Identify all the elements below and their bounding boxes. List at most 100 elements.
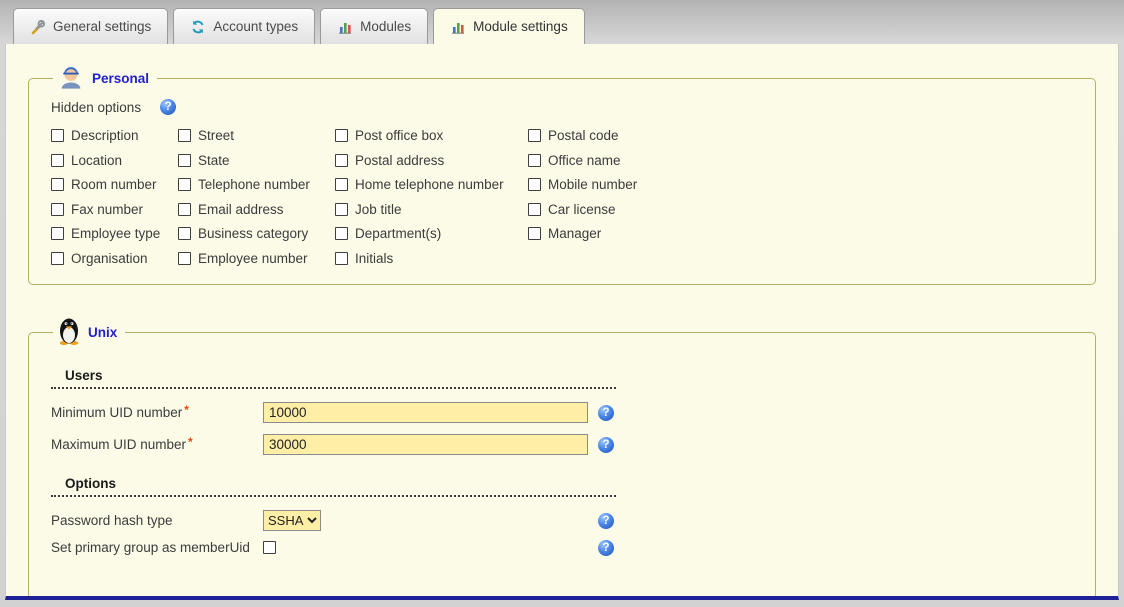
- min-uid-label: Minimum UID number*: [51, 405, 263, 420]
- option-checkbox[interactable]: [335, 178, 348, 191]
- option-label: Initials: [355, 251, 393, 266]
- checkbox-item[interactable]: Office name: [528, 153, 748, 168]
- option-checkbox[interactable]: [178, 203, 191, 216]
- checkbox-item[interactable]: Post office box: [335, 128, 528, 143]
- option-checkbox[interactable]: [335, 203, 348, 216]
- max-uid-label: Maximum UID number*: [51, 437, 263, 452]
- checkbox-item[interactable]: Description: [51, 128, 178, 143]
- unix-section-title: Unix: [88, 325, 117, 340]
- checkbox-item[interactable]: Street: [178, 128, 335, 143]
- min-uid-row: Minimum UID number* ?: [51, 402, 1081, 424]
- option-label: Mobile number: [548, 177, 637, 192]
- wrench-icon: [30, 19, 46, 35]
- option-label: Telephone number: [198, 177, 310, 192]
- option-checkbox[interactable]: [335, 129, 348, 142]
- checkbox-item[interactable]: Email address: [178, 202, 335, 217]
- settings-panel: Personal Hidden options ? Description St…: [5, 44, 1119, 600]
- options-subheading: Options: [51, 476, 616, 497]
- personal-section-title: Personal: [92, 71, 149, 86]
- checkbox-item[interactable]: Organisation: [51, 251, 178, 266]
- option-checkbox[interactable]: [51, 129, 64, 142]
- checkbox-item[interactable]: Employee type: [51, 226, 178, 241]
- option-label: State: [198, 153, 230, 168]
- max-uid-input[interactable]: [263, 434, 588, 455]
- password-hash-select[interactable]: SSHA: [263, 510, 321, 531]
- option-checkbox[interactable]: [528, 227, 541, 240]
- checkbox-item[interactable]: Manager: [528, 226, 748, 241]
- option-checkbox[interactable]: [528, 129, 541, 142]
- tab-label: General settings: [53, 19, 151, 34]
- option-checkbox[interactable]: [335, 154, 348, 167]
- min-uid-input[interactable]: [263, 402, 588, 423]
- help-icon[interactable]: ?: [598, 540, 614, 556]
- option-label: Job title: [355, 202, 402, 217]
- option-checkbox[interactable]: [335, 252, 348, 265]
- option-checkbox[interactable]: [178, 252, 191, 265]
- checkbox-item[interactable]: Mobile number: [528, 177, 748, 192]
- option-label: Email address: [198, 202, 284, 217]
- tab-label: Module settings: [473, 19, 568, 34]
- help-icon[interactable]: ?: [598, 437, 614, 453]
- checkbox-item[interactable]: Fax number: [51, 202, 178, 217]
- checkbox-item[interactable]: Home telephone number: [335, 177, 528, 192]
- checkbox-item[interactable]: Postal code: [528, 128, 748, 143]
- option-label: Room number: [71, 177, 157, 192]
- checkbox-item[interactable]: Location: [51, 153, 178, 168]
- tab-label: Account types: [213, 19, 298, 34]
- checkbox-item[interactable]: Department(s): [335, 226, 528, 241]
- option-checkbox[interactable]: [51, 252, 64, 265]
- personal-section: Personal Hidden options ? Description St…: [28, 62, 1096, 285]
- member-uid-checkbox[interactable]: [263, 541, 276, 554]
- option-label: Car license: [548, 202, 616, 217]
- option-label: Street: [198, 128, 234, 143]
- option-checkbox[interactable]: [528, 154, 541, 167]
- checkbox-item[interactable]: Car license: [528, 202, 748, 217]
- checkbox-item[interactable]: Employee number: [178, 251, 335, 266]
- option-checkbox[interactable]: [178, 178, 191, 191]
- option-checkbox[interactable]: [335, 227, 348, 240]
- option-label: Postal address: [355, 153, 444, 168]
- tab-label: Modules: [360, 19, 411, 34]
- option-label: Employee type: [71, 226, 160, 241]
- option-label: Description: [71, 128, 139, 143]
- help-icon[interactable]: ?: [598, 405, 614, 421]
- option-label: Employee number: [198, 251, 308, 266]
- option-checkbox[interactable]: [178, 227, 191, 240]
- option-checkbox[interactable]: [51, 203, 64, 216]
- hidden-options-grid: Description Street Post office box Posta…: [51, 128, 1081, 266]
- personal-legend: Personal: [53, 62, 157, 95]
- option-checkbox[interactable]: [528, 203, 541, 216]
- modules-icon: [337, 19, 353, 35]
- option-checkbox[interactable]: [51, 154, 64, 167]
- option-label: Business category: [198, 226, 308, 241]
- checkbox-item[interactable]: Business category: [178, 226, 335, 241]
- option-checkbox[interactable]: [178, 154, 191, 167]
- option-checkbox[interactable]: [51, 178, 64, 191]
- option-checkbox[interactable]: [528, 178, 541, 191]
- help-icon[interactable]: ?: [160, 99, 176, 115]
- users-subheading-label: Users: [65, 368, 103, 383]
- tab-bar: General settings Account types: [0, 0, 1124, 44]
- tab-modules[interactable]: Modules: [320, 8, 428, 44]
- checkbox-item[interactable]: Initials: [335, 251, 528, 266]
- checkbox-item[interactable]: Room number: [51, 177, 178, 192]
- checkbox-item[interactable]: Telephone number: [178, 177, 335, 192]
- option-checkbox[interactable]: [178, 129, 191, 142]
- checkbox-item[interactable]: Job title: [335, 202, 528, 217]
- unix-legend: Unix: [53, 315, 125, 350]
- help-icon[interactable]: ?: [598, 513, 614, 529]
- option-label: Location: [71, 153, 122, 168]
- checkbox-item[interactable]: State: [178, 153, 335, 168]
- lam-settings-page: General settings Account types: [0, 0, 1124, 607]
- tab-general-settings[interactable]: General settings: [13, 8, 168, 44]
- member-uid-row: Set primary group as memberUid ?: [51, 537, 1081, 559]
- option-label: Fax number: [71, 202, 143, 217]
- option-label: Home telephone number: [355, 177, 504, 192]
- option-checkbox[interactable]: [51, 227, 64, 240]
- tab-account-types[interactable]: Account types: [173, 8, 315, 44]
- option-label: Organisation: [71, 251, 148, 266]
- checkbox-item[interactable]: Postal address: [335, 153, 528, 168]
- module-settings-icon: [450, 19, 466, 35]
- option-label: Postal code: [548, 128, 619, 143]
- tab-module-settings[interactable]: Module settings: [433, 8, 585, 44]
